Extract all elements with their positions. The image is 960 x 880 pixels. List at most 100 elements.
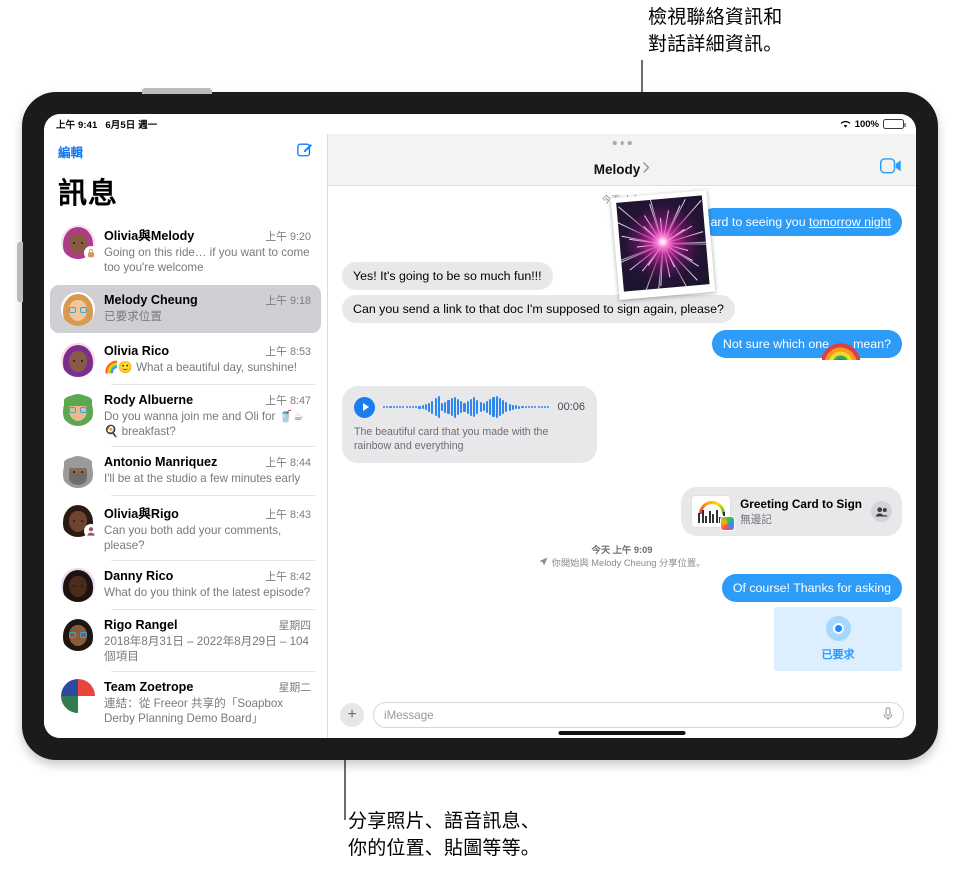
facetime-video-icon[interactable]	[880, 158, 902, 179]
status-bar: 上午 9:41 6月5日 週一 100%	[44, 114, 916, 134]
waveform-bar	[392, 406, 395, 408]
waveform-bar	[473, 397, 476, 417]
waveform-bar	[531, 406, 534, 408]
waveform-bar	[440, 403, 444, 411]
conversation-preview: Can you both add your comments, please?	[104, 524, 282, 552]
conversation-item-header: Team Zoetrope 星期二	[104, 679, 311, 695]
edit-button[interactable]: 編輯	[58, 142, 83, 161]
callout-bottom-text: 分享照片、語音訊息、 你的位置、貼圖等等。	[348, 810, 541, 859]
location-arrow-icon	[539, 557, 548, 570]
conversation-name: Melody Cheung	[104, 293, 198, 307]
waveform-bar	[521, 406, 524, 408]
audio-waveform[interactable]	[383, 395, 550, 419]
conversation-list-item[interactable]: Danny Rico 上午 8:42 What do you think of th…	[50, 561, 321, 609]
conversation-preview: 🌈🙂 What a beautiful day, sunshine!	[104, 361, 298, 374]
avatar	[61, 292, 95, 326]
callout-top-text: 檢視聯絡資訊和 對話詳細資訊。	[648, 6, 783, 55]
play-icon[interactable]	[354, 396, 375, 418]
conversation-time: 上午 9:18	[265, 295, 311, 307]
document-title: Greeting Card to Sign	[740, 496, 862, 511]
message-row[interactable]: Greeting Card to Sign 無邊記	[328, 487, 916, 536]
waveform-bar	[486, 401, 489, 413]
multitask-dots-icon[interactable]	[612, 141, 632, 145]
waveform-bar	[437, 396, 440, 418]
status-time: 上午 9:41	[56, 120, 98, 131]
message-row[interactable]: Not sure which one mean?	[328, 330, 916, 360]
message-bubble-outgoing[interactable]: Not sure which one mean?	[711, 330, 902, 358]
microphone-icon[interactable]	[883, 706, 893, 724]
location-request-card[interactable]: 已要求	[774, 607, 902, 671]
waveform-bar	[514, 405, 518, 409]
sidebar-toolbar: 編輯	[44, 134, 327, 168]
conversation-list-item[interactable]: Team Zoetrope 星期二 連結：從 Freeor 共享的「Soapbox …	[50, 672, 321, 733]
waveform-bar	[524, 406, 527, 408]
conversation-list-item[interactable]: Olivia與Rigo 上午 8:43 Can you both add your …	[50, 496, 321, 560]
rainbow-sticker[interactable]	[822, 326, 868, 360]
message-thread[interactable]: 今天 上午 ard to seeing you tomorrow night Y…	[328, 186, 916, 692]
message-bubble-outgoing[interactable]: ard to seeing you tomorrow night	[699, 208, 902, 236]
compose-icon[interactable]	[297, 141, 313, 162]
plus-icon[interactable]: +	[340, 703, 364, 727]
waveform-bar	[434, 398, 437, 416]
conversation-list-item[interactable]: Olivia與Melody 上午 9:20 Going on this ride… …	[50, 218, 321, 282]
conversation-list-item[interactable]: Antonio Manriquez 上午 8:44 I'll be at the s…	[50, 447, 321, 495]
waveform-bar	[453, 396, 456, 418]
waveform-bar	[457, 399, 460, 415]
location-notice-time: 今天 上午 9:09	[591, 545, 653, 555]
waveform-bar	[447, 400, 450, 414]
waveform-bar	[444, 401, 447, 413]
conversation-time: 上午 8:44	[265, 457, 311, 469]
message-link[interactable]: tomorrow night	[809, 215, 891, 229]
conversation-name: Antonio Manriquez	[104, 455, 218, 469]
shared-document-card[interactable]: Greeting Card to Sign 無邊記	[681, 487, 902, 536]
document-app-name: 無邊記	[740, 513, 772, 526]
message-row[interactable]: 00:06 The beautiful card that you made w…	[328, 386, 916, 463]
waveform-bar	[508, 403, 511, 411]
conversation-item-header: Antonio Manriquez 上午 8:44	[104, 454, 311, 470]
conversation-preview: Going on this ride… if you want to come …	[104, 246, 310, 274]
waveform-bar	[527, 406, 530, 408]
shared-people-icon[interactable]	[871, 501, 892, 522]
conversation-list-item[interactable]: Olivia Rico 上午 8:53 🌈🙂 What a beautiful da…	[50, 336, 321, 384]
waveform-bar	[543, 406, 547, 408]
message-row[interactable]: Of course! Thanks for asking	[328, 574, 916, 602]
conversation-item-body: Melody Cheung 上午 9:18 已要求位置	[104, 292, 311, 324]
conversation-title-button[interactable]: Melody	[594, 160, 651, 178]
message-bubble-outgoing[interactable]: Of course! Thanks for asking	[721, 574, 902, 602]
message-bubble-incoming[interactable]: Can you send a link to that doc I'm supp…	[342, 295, 735, 323]
conversation-list-item[interactable]: Rigo Rangel 星期四 2018年8月31日 – 2022年8月29日 – …	[50, 610, 321, 671]
waveform-bar	[389, 406, 392, 408]
conversation-name: Olivia與Melody	[104, 229, 195, 243]
conversation-preview: 已要求位置	[104, 310, 162, 323]
battery-icon	[883, 119, 906, 129]
message-row[interactable]: 已要求	[328, 607, 916, 671]
fireworks-photo[interactable]	[610, 190, 716, 300]
waveform-bar	[518, 405, 521, 409]
avatar	[61, 343, 95, 377]
conversation-name: Team Zoetrope	[104, 680, 194, 694]
conversation-title: Melody	[593, 161, 641, 177]
waveform-bar	[411, 406, 415, 408]
waveform-bar	[492, 397, 495, 417]
conversation-list[interactable]: Olivia與Melody 上午 9:20 Going on this ride… …	[44, 218, 327, 736]
waveform-bar	[383, 406, 386, 408]
chevron-right-icon	[643, 160, 650, 178]
message-bubble-incoming[interactable]: Yes! It's going to be so much fun!!!	[342, 262, 553, 290]
ipad-screen: 上午 9:41 6月5日 週一 100% 編輯 訊息 Olivia與Melody…	[44, 114, 916, 738]
search-input[interactable]: iMessage	[373, 702, 904, 728]
audio-message-bubble[interactable]: 00:06 The beautiful card that you made w…	[342, 386, 597, 463]
battery-percent: 100%	[854, 118, 879, 130]
waveform-bar	[511, 404, 514, 410]
waveform-bar	[418, 405, 421, 409]
audio-duration: 00:06	[557, 401, 585, 413]
audio-transcript: The beautiful card that you made with th…	[354, 426, 549, 452]
wifi-icon	[840, 120, 851, 129]
conversation-time: 上午 8:53	[265, 346, 311, 358]
waveform-bar	[399, 406, 402, 408]
conversation-list-item[interactable]: Melody Cheung 上午 9:18 已要求位置	[50, 285, 321, 333]
conversation-time: 星期二	[278, 682, 311, 694]
waveform-bar	[424, 404, 427, 410]
waveform-bar	[463, 402, 466, 412]
waveform-bar	[534, 406, 537, 408]
conversation-list-item[interactable]: Rody Albuerne 上午 8:47 Do you wanna join me…	[50, 385, 321, 446]
